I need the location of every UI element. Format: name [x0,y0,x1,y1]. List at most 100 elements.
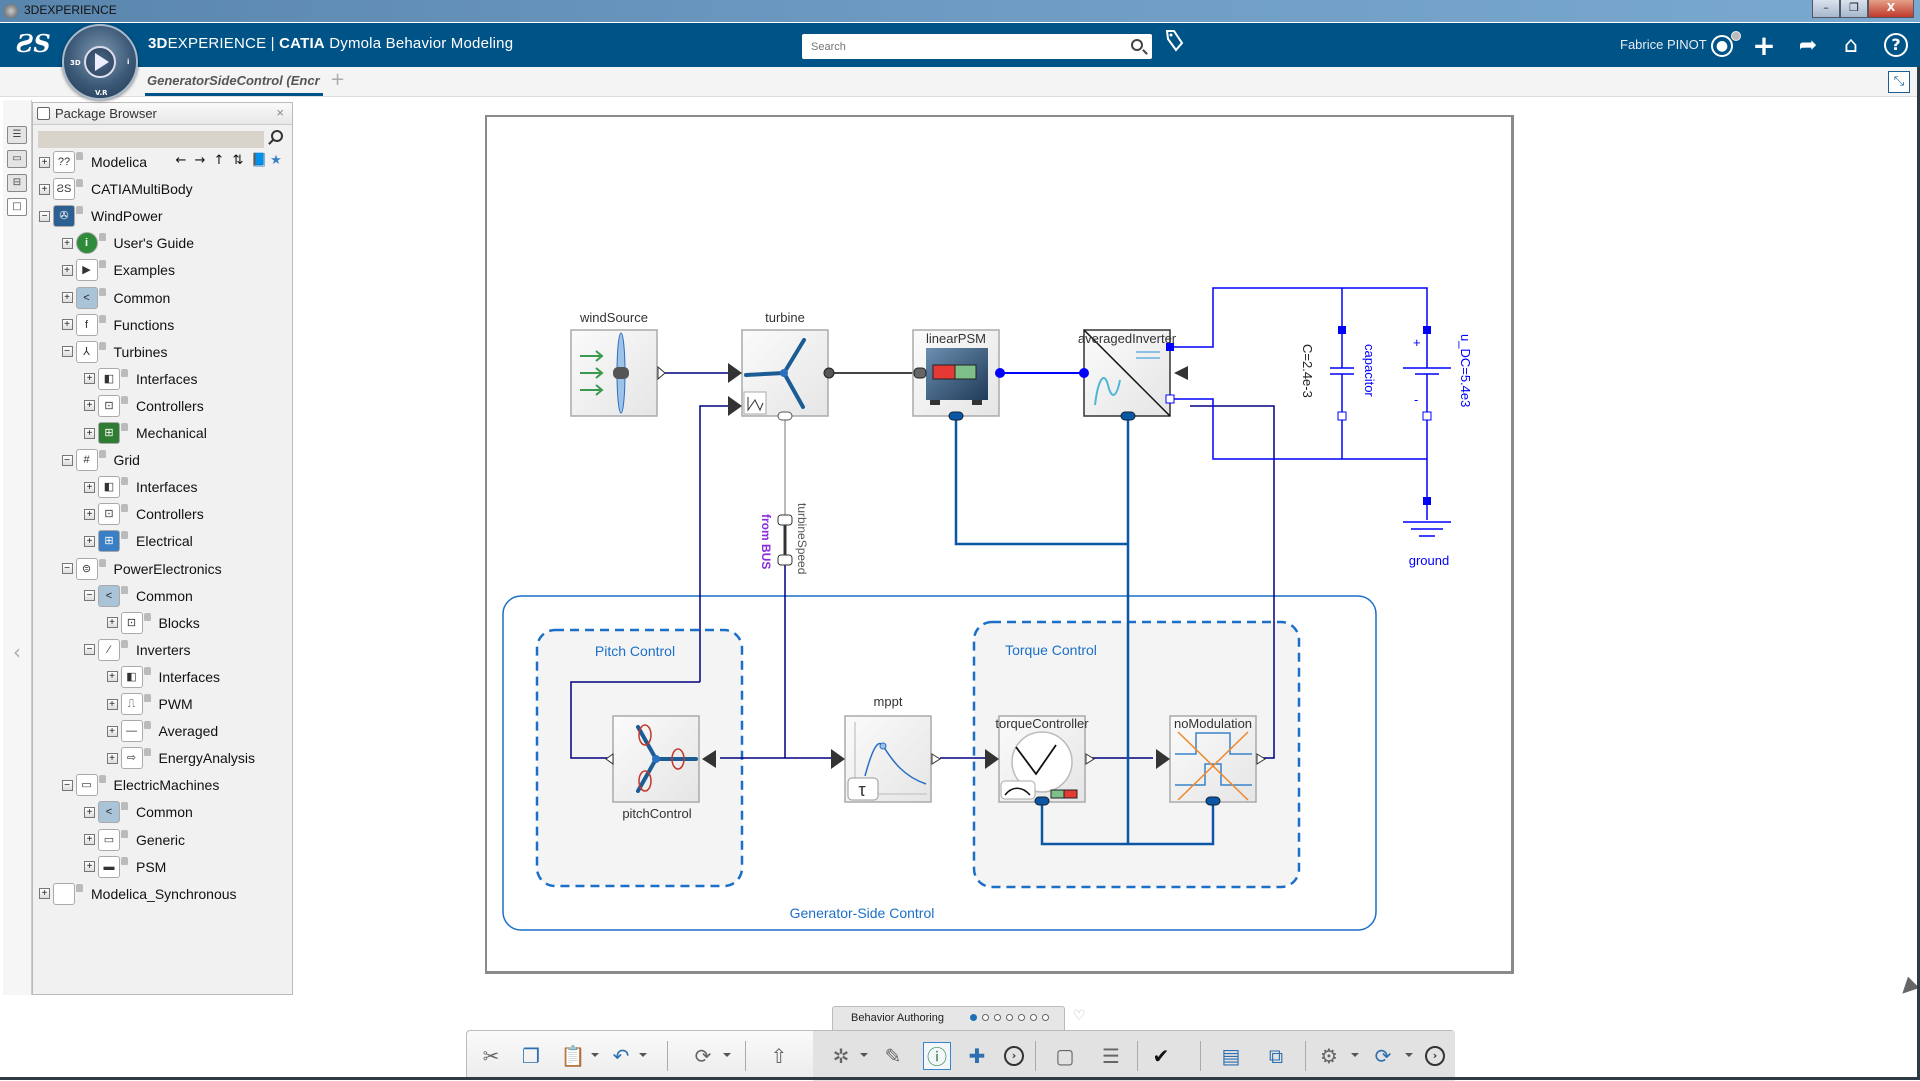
expand-toggle-icon[interactable]: + [84,535,95,547]
collapse-toggle-icon[interactable]: − [61,563,73,574]
paste-icon[interactable]: 📋 [559,1042,587,1070]
torque-bus-connector[interactable] [1034,796,1050,806]
tree-item-common[interactable]: + < Common [84,801,193,824]
collapse-toggle-icon[interactable]: − [61,454,73,466]
back-icon[interactable]: ← [175,153,187,168]
package-search-input[interactable] [38,131,264,148]
paste-dropdown-icon[interactable] [591,1053,599,1057]
expand-toggle-icon[interactable]: + [106,698,118,710]
bus-icon[interactable]: ☰ [1097,1042,1125,1070]
tree-item-pwm[interactable]: + ⎍ PWM [106,693,193,715]
search-field[interactable] [802,34,1152,59]
package-search-icon[interactable] [271,130,283,142]
simulate-icon[interactable]: ⟳ [1369,1042,1397,1070]
turbine-flange-port[interactable] [823,367,835,379]
toolbar-page-dot[interactable] [970,1014,977,1021]
toolbar-chevron-icon[interactable]: ♡ [1073,1008,1086,1024]
toolbar-page-dot[interactable] [1006,1014,1013,1021]
tree-item-user-s-guide[interactable]: + i User's Guide [61,232,194,255]
close-panel-button[interactable]: × [276,105,284,120]
toolbar-page-dot[interactable] [994,1014,1001,1021]
collapse-toggle-icon[interactable]: − [61,346,73,358]
toolbar-page-dot[interactable] [1018,1014,1025,1021]
collapse-icon[interactable]: ⤡ [1888,71,1910,93]
new-model-icon[interactable]: ✲ [827,1042,855,1070]
expand-toggle-icon[interactable]: + [84,806,95,818]
pen-icon[interactable] [1896,976,1920,1000]
expand-toggle-icon[interactable]: + [39,156,50,168]
toolbar-section-tab[interactable]: Behavior Authoring [832,1006,1065,1030]
model-3d-icon[interactable]: ⧉ [1262,1042,1290,1070]
expand-toggle-icon[interactable]: + [84,400,95,412]
check-icon[interactable]: ✔ [1147,1042,1175,1070]
tree-item-controllers[interactable]: + ⊡ Controllers [84,394,204,417]
simulate-model-icon[interactable]: ▤ [1217,1042,1245,1070]
block-icon[interactable]: ▢ [1051,1042,1079,1070]
tree-item-interfaces[interactable]: + ◧ Interfaces [84,367,197,390]
undo-dropdown-icon[interactable] [639,1053,647,1057]
tree-item-catiamultibody[interactable]: + ƧS CATIAMultiBody [39,178,193,201]
tree-item-modelica[interactable]: +?? Modelica [39,151,147,173]
collapse-toggle-icon[interactable]: − [84,644,95,656]
tab-generator-side-control[interactable]: GeneratorSideControl (Encr [147,73,322,88]
undo-icon[interactable]: ↶ [607,1042,635,1070]
add-tab-button[interactable]: + [330,69,345,90]
parameters-icon[interactable]: ⚙ [1315,1042,1343,1070]
expand-toggle-icon[interactable]: + [84,481,95,493]
user-icon[interactable]: ● [1711,35,1733,57]
no-modulation-bus-connector[interactable] [1205,796,1221,806]
copy-icon[interactable]: ❐ [517,1042,545,1070]
inverter-ac-port[interactable] [1079,368,1089,378]
collapse-toggle-icon[interactable]: − [84,590,95,602]
tree-item-blocks[interactable]: + ⊡ Blocks [106,611,200,634]
expand-toggle-icon[interactable]: + [106,752,118,764]
linear-psm-block[interactable]: linearPSM [912,329,1005,421]
package-browser-tab[interactable]: □ [7,198,27,216]
help-icon[interactable]: ? [1884,33,1908,57]
export-icon[interactable]: ⇧ [765,1042,793,1070]
expand-toggle-icon[interactable]: + [84,508,95,520]
expand-toggle-icon[interactable]: + [84,427,95,439]
tree-item-modelica-synchronous[interactable]: + Modelica_Synchronous [39,882,237,905]
user-name[interactable]: Fabrice PINOT [1620,37,1707,52]
tree-item-averaged[interactable]: + — Averaged [106,720,218,743]
inverter-bus-connector[interactable] [1120,411,1136,421]
home-icon[interactable]: ⌂ [1838,33,1864,59]
tree-item-grid[interactable]: − # Grid [61,449,140,472]
new-model-dropdown-icon[interactable] [860,1053,868,1057]
up-icon[interactable]: ↑ [213,153,225,168]
tree-item-inverters[interactable]: − ⁄ Inverters [84,638,190,661]
expand-toggle-icon[interactable]: + [106,617,118,629]
compass-right-label[interactable]: i [127,58,129,66]
documentation-icon[interactable]: ⓘ [923,1042,951,1070]
tree-item-mechanical[interactable]: + ⊞ Mechanical [84,422,207,444]
tree-view-tab[interactable]: ☰ [7,126,27,144]
forward-icon[interactable]: → [194,153,206,168]
restore-button[interactable]: ❐ [1840,0,1868,18]
torque-controller-block[interactable]: torqueController [985,715,1095,806]
tree-item-electricmachines[interactable]: − ▭ ElectricMachines [61,774,219,797]
expand-toggle-icon[interactable]: + [39,888,50,900]
more-commands-icon[interactable]: › [1004,1046,1024,1066]
expand-toggle-icon[interactable]: + [106,725,118,737]
tree-item-common[interactable]: + < Common [61,286,170,309]
sort-icon[interactable]: ⇅ [232,153,244,168]
tree-item-interfaces[interactable]: + ◧ Interfaces [84,476,197,499]
turbine-bus-connector[interactable] [777,411,793,421]
tag-icon[interactable] [1163,29,1185,53]
tree-item-psm[interactable]: + ▬ PSM [84,855,166,878]
compass-vr-label[interactable]: V.R [95,89,108,97]
dassault-logo[interactable]: ƧS [16,29,51,58]
minimize-button[interactable]: – [1812,0,1840,18]
toolbar-page-dot[interactable] [982,1014,989,1021]
tree-item-powerelectronics[interactable]: − ⊜ PowerElectronics [61,557,222,580]
tree-item-electrical[interactable]: + ⊞ Electrical [84,530,193,553]
psm-bus-connector[interactable] [948,411,964,421]
edit-text-icon[interactable]: ✎ [879,1042,907,1070]
favorite-icon[interactable]: ★ [270,153,282,168]
inverter-dc-negative-port[interactable] [1165,394,1175,404]
cut-icon[interactable]: ✂ [477,1042,505,1070]
add-connector-icon[interactable]: ✚ [963,1042,991,1070]
variables-view-tab[interactable]: ⊟ [7,174,27,192]
expand-toggle-icon[interactable]: + [84,861,95,873]
